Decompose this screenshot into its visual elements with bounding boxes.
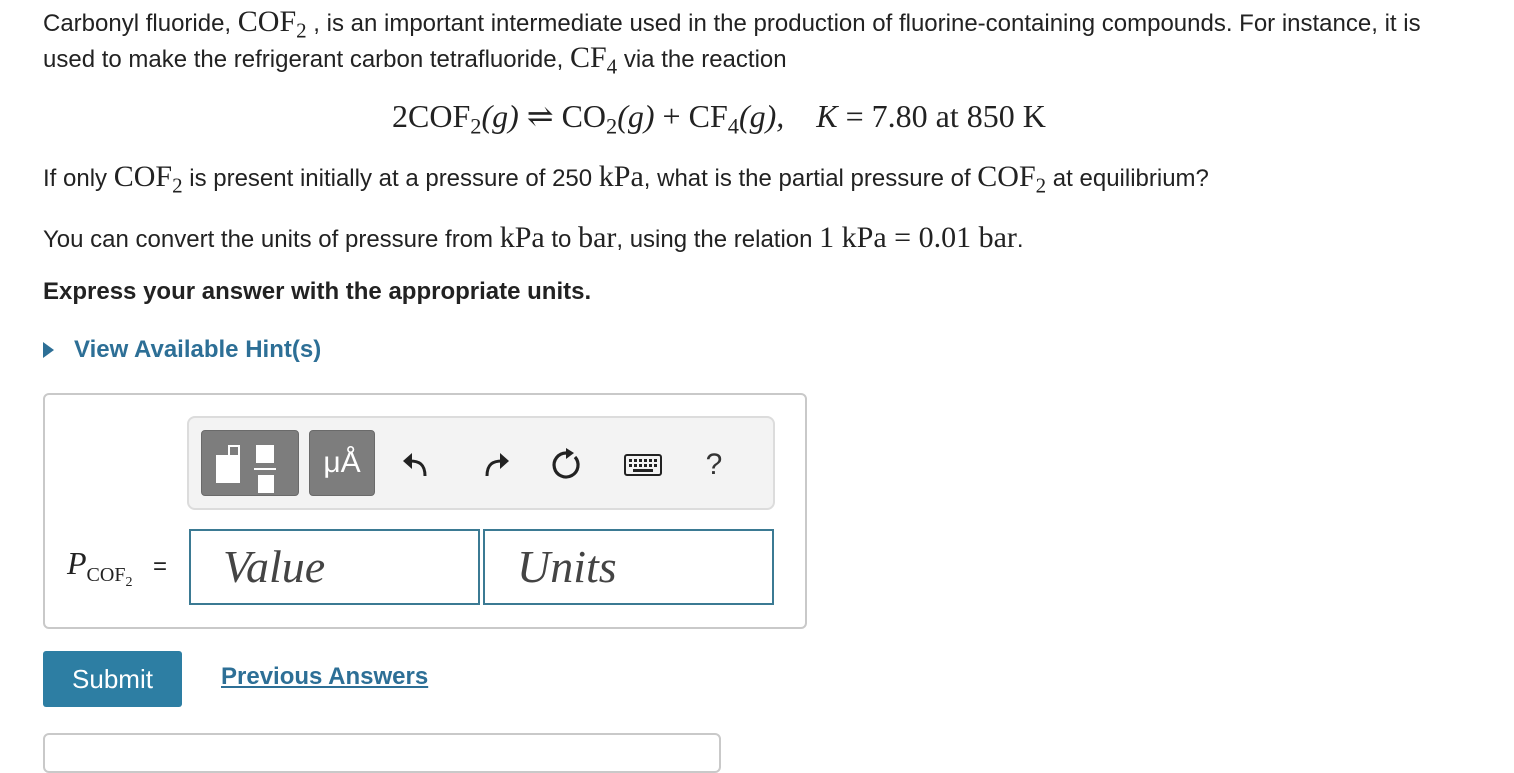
previous-answers-link[interactable]: Previous Answers [221,663,428,691]
problem-intro: Carbonyl fluoride, COF2 , is an importan… [43,5,1443,77]
view-hints-toggle[interactable]: View Available Hint(s) [43,336,321,364]
submit-button[interactable]: Submit [43,651,182,707]
chem-cof2: COF2 [237,5,307,43]
equilibrium-arrow: ⇌ [526,98,554,134]
help-button[interactable]: ? [697,448,731,482]
redo-icon[interactable] [479,448,513,482]
units-input[interactable]: Units [483,529,774,605]
fraction-template-icon [216,455,240,483]
equilibrium-constant-symbol: K [816,98,838,134]
equilibrium-constant-value: = 7.80 at 850 K [837,98,1046,134]
keyboard-icon[interactable] [623,448,663,482]
math-toolbar: μÅ ? [187,416,775,510]
undo-icon[interactable] [399,448,433,482]
question-text: If only COF2 is present initially at a p… [43,160,1209,198]
reaction-equation: 2COF2(g) ⇌ CO2(g) + CF4(g), K = 7.80 at … [392,98,1046,139]
units-button[interactable]: μÅ [309,430,375,496]
answer-box: μÅ ? PCOF2 = Value Units [43,393,807,629]
intro-text-1: Carbonyl fluoride, [43,10,238,37]
templates-button[interactable] [201,430,299,496]
next-section-box [43,733,721,773]
reset-icon[interactable] [549,448,583,482]
conversion-note: You can convert the units of pressure fr… [43,221,1024,254]
view-hints-label: View Available Hint(s) [74,336,322,363]
answer-variable: PCOF2 [67,545,133,590]
value-input[interactable]: Value [189,529,480,605]
equals-sign: = [153,553,168,580]
intro-text-3: via the reaction [617,46,787,73]
answer-instructions: Express your answer with the appropriate… [43,278,592,305]
chem-cf4: CF4 [569,41,618,79]
triangle-right-icon [43,342,54,358]
